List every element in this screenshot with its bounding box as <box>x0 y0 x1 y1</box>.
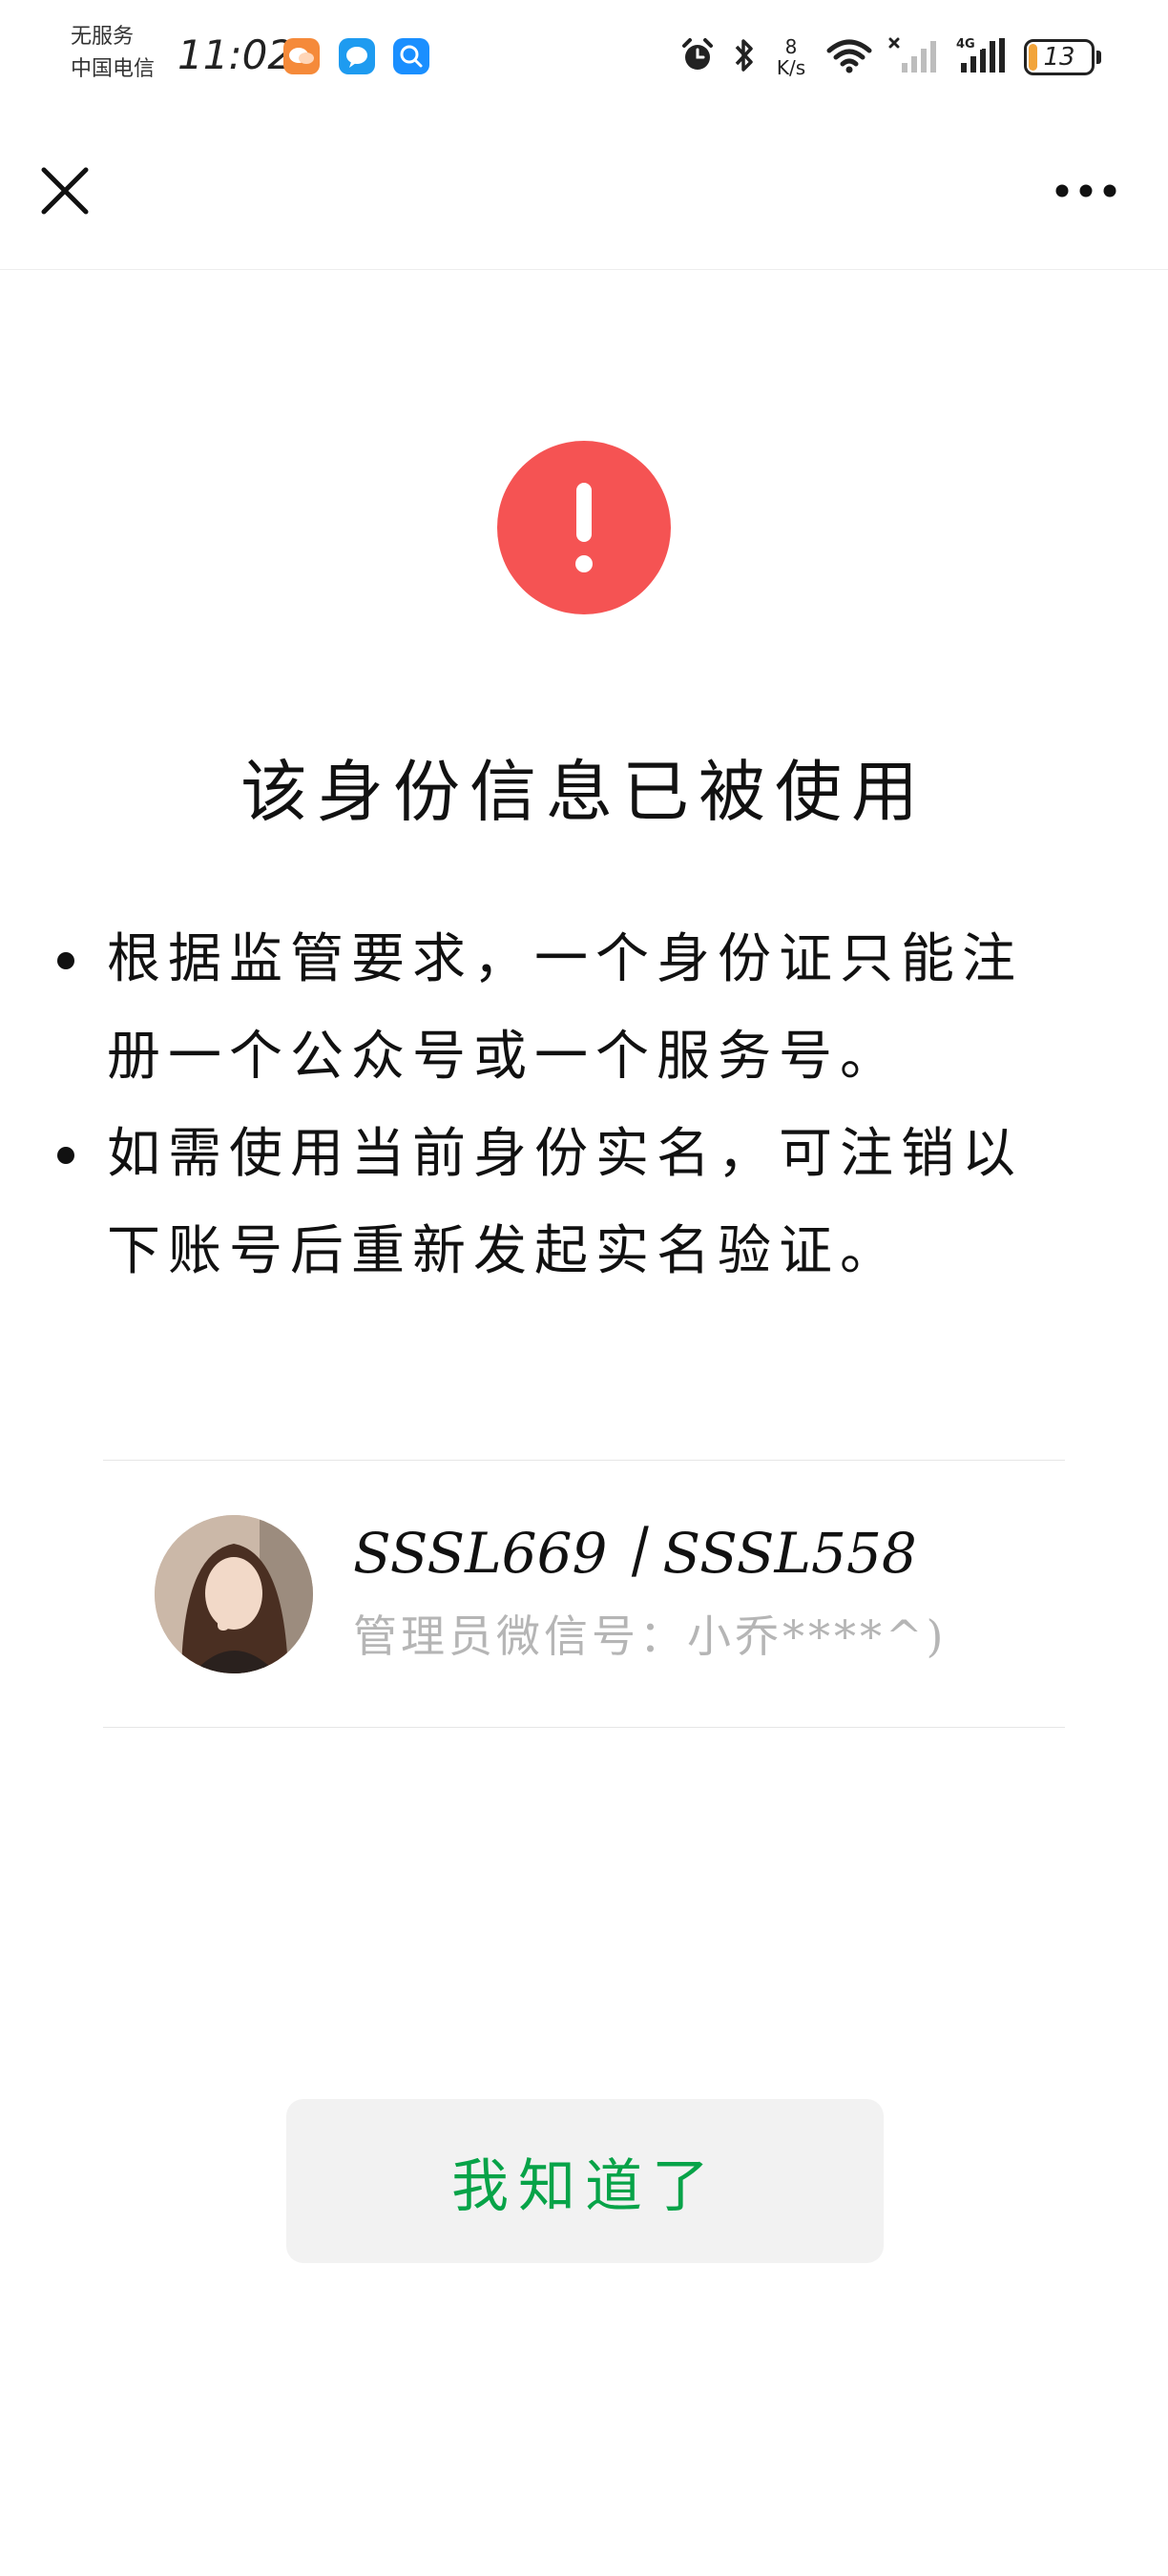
confirm-button[interactable]: 我知道了 <box>286 2099 884 2263</box>
signal-4g-icon: 4G <box>955 36 1009 78</box>
notice-text: 根据监管要求，一个身份证只能注册一个公众号或一个服务号。 <box>107 928 1023 1088</box>
carrier-service-status: 无服务 <box>71 25 135 49</box>
account-admin: 管理员微信号：小乔****^) <box>353 1603 948 1670</box>
net-speed-value: 8 <box>784 35 798 58</box>
svg-text:4G: 4G <box>956 37 975 52</box>
status-bar: 无服务 中国电信 11:02 8 K/s 4G 13 <box>0 0 1168 114</box>
carrier-name: 中国电信 <box>71 57 156 81</box>
notice-list: 根据监管要求，一个身份证只能注册一个公众号或一个服务号。 如需使用当前身份实名，… <box>53 911 1065 1300</box>
battery-indicator: 13 <box>1024 39 1095 75</box>
battery-level: 13 <box>1043 43 1075 72</box>
avatar <box>155 1515 313 1673</box>
exclamation-bar <box>576 483 592 542</box>
admin-label: 管理员微信号： <box>353 1610 687 1662</box>
blue-search-app-icon <box>393 38 429 74</box>
close-button[interactable] <box>34 160 95 221</box>
admin-value: 小乔****^) <box>687 1610 948 1662</box>
dialog-title: 该身份信息已被使用 <box>240 753 928 831</box>
close-icon <box>41 167 89 215</box>
carrier-info: 无服务 中国电信 <box>71 21 155 86</box>
bullet-dot <box>57 1147 74 1164</box>
signal-no-sim-icon <box>888 36 940 78</box>
battery-fill <box>1029 44 1037 71</box>
exclamation-icon <box>497 441 671 614</box>
blue-message-app-icon <box>339 38 375 74</box>
battery-cap <box>1096 51 1101 64</box>
account-item[interactable]: SSSL669丨SSSL558 管理员微信号：小乔****^) <box>103 1460 1065 1727</box>
account-name: SSSL669丨SSSL558 <box>353 1521 917 1586</box>
more-button[interactable] <box>1048 160 1124 221</box>
nav-bar <box>0 114 1168 270</box>
notice-item: 根据监管要求，一个身份证只能注册一个公众号或一个服务号。 <box>53 911 1065 1106</box>
wifi-icon <box>825 36 873 78</box>
bullet-dot <box>57 952 74 969</box>
status-indicators: 8 K/s 4G 13 <box>678 29 1101 86</box>
status-time: 11:02 <box>177 31 294 78</box>
divider-bottom <box>103 1727 1065 1728</box>
more-icon <box>1055 184 1116 197</box>
notice-item: 如需使用当前身份实名，可注销以下账号后重新发起实名验证。 <box>53 1106 1065 1300</box>
orange-chat-app-icon <box>283 38 320 74</box>
alarm-icon <box>678 36 717 78</box>
notice-text: 如需使用当前身份实名，可注销以下账号后重新发起实名验证。 <box>107 1123 1023 1282</box>
exclamation-dot <box>575 555 593 572</box>
bluetooth-icon <box>732 36 757 78</box>
net-speed: 8 K/s <box>772 36 810 78</box>
net-speed-unit: K/s <box>776 56 806 79</box>
